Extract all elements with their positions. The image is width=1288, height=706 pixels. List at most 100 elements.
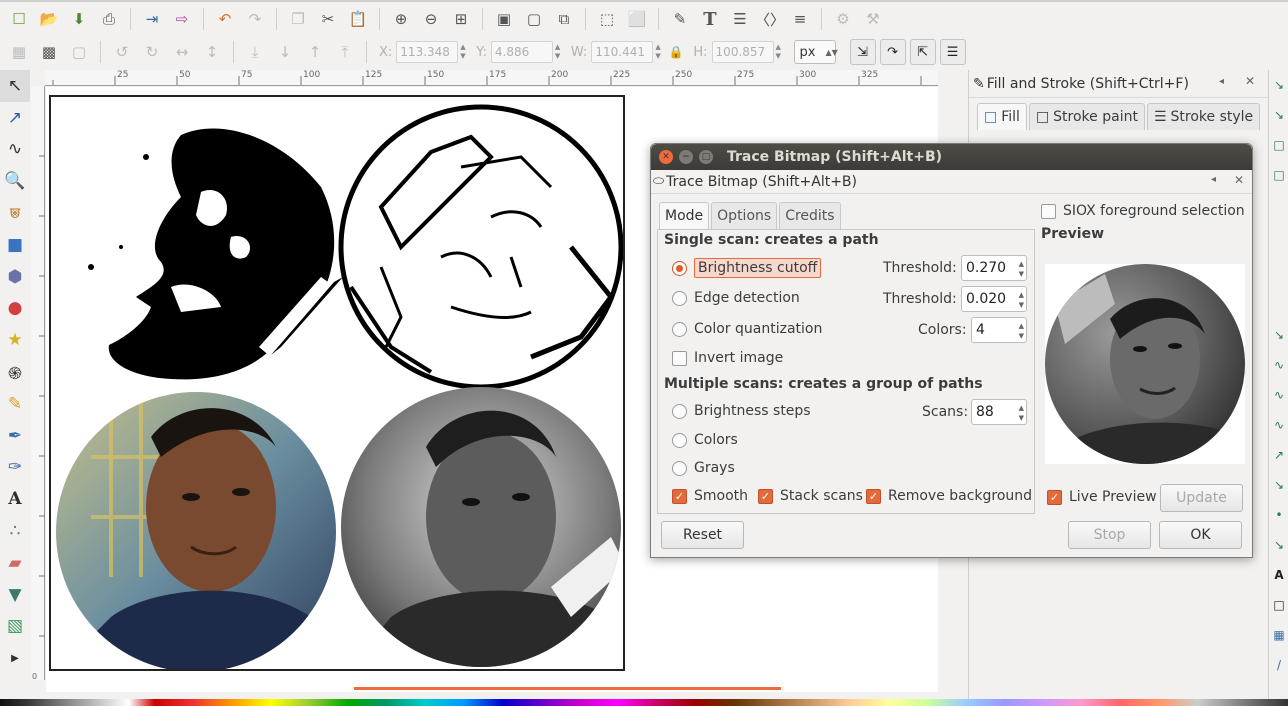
minimize-icon[interactable]: − xyxy=(679,150,693,164)
star-tool-icon[interactable]: ★ xyxy=(0,324,30,356)
duplicate-icon[interactable]: ❐ xyxy=(287,8,309,30)
remove-background-checkbox[interactable]: ✓ xyxy=(866,488,881,504)
siox-checkbox[interactable] xyxy=(1041,203,1056,219)
colors-radio[interactable] xyxy=(672,432,687,448)
ellipse-tool-icon[interactable]: ● xyxy=(0,293,30,325)
import-icon[interactable]: ⇥ xyxy=(141,8,163,30)
3dbox-tool-icon[interactable]: ⬢ xyxy=(0,261,30,293)
snap-guide-icon[interactable]: / xyxy=(1269,650,1288,680)
remove-background-option[interactable]: ✓ Remove background xyxy=(866,488,1032,504)
snap-midpoints-icon[interactable]: ↘ xyxy=(1269,470,1288,500)
x-spinner[interactable]: ▲ ▼ xyxy=(460,43,470,61)
h-input[interactable] xyxy=(711,41,774,63)
snap-grid-icon[interactable]: ▦ xyxy=(1269,620,1288,650)
paste-icon[interactable]: 📋 xyxy=(347,8,369,30)
zoom-page-icon[interactable]: ⊞ xyxy=(450,8,472,30)
align-distribute-icon[interactable]: ≡ xyxy=(789,8,811,30)
dialog-titlebar[interactable]: ✕ − □ Trace Bitmap (Shift+Alt+B) xyxy=(651,144,1252,170)
w-spinner[interactable]: ▲ ▼ xyxy=(655,43,665,61)
stop-button[interactable]: Stop xyxy=(1068,521,1151,549)
snap-smooth-icon[interactable]: ↗ xyxy=(1269,440,1288,470)
move-patterns-toggle[interactable]: ☰ xyxy=(939,39,966,65)
snap-rotation-icon[interactable]: ↘ xyxy=(1269,530,1288,560)
align-icon[interactable]: ⬜ xyxy=(626,8,648,30)
zoom-tool-icon[interactable]: 🔍 xyxy=(0,165,30,197)
colors-input[interactable]: 4 ▲ ▼ xyxy=(971,317,1027,343)
tab-stroke-paint[interactable]: □ Stroke paint xyxy=(1028,103,1145,130)
zoom-selection-icon[interactable]: ⊕ xyxy=(390,8,412,30)
threshold1-input[interactable]: 0.270 ▲ ▼ xyxy=(961,255,1027,281)
node-editor-icon[interactable]: ✎ xyxy=(669,8,691,30)
grays-option[interactable]: Grays xyxy=(672,460,735,476)
select-all-layers-icon[interactable]: ▩ xyxy=(38,41,60,63)
tab-credits[interactable]: Credits xyxy=(779,202,841,229)
h-spinner[interactable]: ▲ ▼ xyxy=(776,43,786,61)
horizontal-scrollbar[interactable] xyxy=(46,680,938,692)
raise-top-icon[interactable]: ⤒ xyxy=(334,41,356,63)
preferences-icon[interactable]: ⚙ xyxy=(832,8,854,30)
eraser-tool-icon[interactable]: ▰ xyxy=(0,547,30,579)
transform-icon[interactable]: ⬚ xyxy=(596,8,618,30)
w-input[interactable] xyxy=(591,41,654,63)
threshold2-spinner[interactable]: ▲ ▼ xyxy=(1019,290,1024,310)
color-palette[interactable] xyxy=(0,699,1288,706)
ok-button[interactable]: OK xyxy=(1159,521,1242,549)
edge-detection-option[interactable]: Edge detection xyxy=(672,290,800,306)
stack-scans-checkbox[interactable]: ✓ xyxy=(758,488,773,504)
live-preview-option[interactable]: ✓ Live Preview xyxy=(1047,489,1157,505)
lock-icon[interactable]: 🔒 xyxy=(669,41,684,63)
smooth-option[interactable]: ✓ Smooth xyxy=(672,488,748,504)
unit-select[interactable]: px ▲▼ xyxy=(793,40,838,64)
snap-cusp-icon[interactable]: ∿ xyxy=(1269,410,1288,440)
snap-edges-icon[interactable]: □ xyxy=(1269,130,1288,160)
lower-icon[interactable]: ↓ xyxy=(274,41,296,63)
dropper-tool-icon[interactable]: ▶ xyxy=(0,642,30,674)
rectangle-tool-icon[interactable]: ■ xyxy=(0,229,30,261)
rotate-ccw-icon[interactable]: ↺ xyxy=(111,41,133,63)
flip-vertical-icon[interactable]: ↕ xyxy=(201,41,223,63)
save-icon[interactable]: ⬇ xyxy=(68,8,90,30)
live-preview-checkbox[interactable]: ✓ xyxy=(1047,489,1062,505)
scrollbar-thumb[interactable] xyxy=(354,687,781,690)
scans-input[interactable]: 88 ▲ ▼ xyxy=(971,399,1027,425)
clone-icon[interactable]: ⧉ xyxy=(553,8,575,30)
bucket-tool-icon[interactable]: ▼ xyxy=(0,579,30,611)
panel-iconify-icon[interactable]: ◂ xyxy=(1219,76,1224,87)
node-tool-icon[interactable]: ↗ xyxy=(0,102,30,134)
select-all-icon[interactable]: ▦ xyxy=(8,41,30,63)
move-gradients-toggle[interactable]: ⇱ xyxy=(909,39,936,65)
scale-stroke-toggle[interactable]: ⇲ xyxy=(849,39,876,65)
x-input[interactable] xyxy=(396,41,459,63)
undo-icon[interactable]: ↶ xyxy=(214,8,236,30)
tab-fill[interactable]: □ Fill xyxy=(977,103,1027,130)
zoom-drawing-icon[interactable]: ⊖ xyxy=(420,8,442,30)
trace-edge-result[interactable] xyxy=(338,104,624,390)
y-input[interactable] xyxy=(490,41,553,63)
scale-corners-toggle[interactable]: ↷ xyxy=(879,39,906,65)
snap-centers-icon[interactable]: • xyxy=(1269,500,1288,530)
print-icon[interactable]: ⎙ xyxy=(98,8,120,30)
spiral-tool-icon[interactable]: ֍ xyxy=(0,356,30,388)
reset-button[interactable]: Reset xyxy=(661,521,744,549)
spray-tool-icon[interactable]: ∴ xyxy=(0,515,30,547)
colors-option[interactable]: Colors xyxy=(672,432,738,448)
new-document-icon[interactable]: ☐ xyxy=(8,8,30,30)
color-quantization-radio[interactable] xyxy=(672,321,687,337)
tweak-icon[interactable]: ⚒ xyxy=(862,8,884,30)
redo-icon[interactable]: ↷ xyxy=(244,8,266,30)
raise-icon[interactable]: ↑ xyxy=(304,41,326,63)
flip-horizontal-icon[interactable]: ↔ xyxy=(171,41,193,63)
threshold2-input[interactable]: 0.020 ▲ ▼ xyxy=(961,286,1027,312)
colors-spinner[interactable]: ▲ ▼ xyxy=(1019,321,1024,341)
y-spinner[interactable]: ▲ ▼ xyxy=(555,43,565,61)
dialog-iconify-icon[interactable]: ◂ xyxy=(1211,174,1216,185)
brightness-cutoff-option[interactable]: Brightness cutoff xyxy=(672,258,822,278)
grays-radio[interactable] xyxy=(672,460,687,476)
pen-tool-icon[interactable]: ✒ xyxy=(0,420,30,452)
group-icon[interactable]: ▣ xyxy=(493,8,515,30)
snap-bbox-icon[interactable]: ↘ xyxy=(1269,100,1288,130)
smooth-checkbox[interactable]: ✓ xyxy=(672,488,687,504)
ungroup-icon[interactable]: ▢ xyxy=(523,8,545,30)
trace-brightness-result[interactable] xyxy=(88,128,343,380)
scans-spinner[interactable]: ▲ ▼ xyxy=(1019,403,1024,423)
